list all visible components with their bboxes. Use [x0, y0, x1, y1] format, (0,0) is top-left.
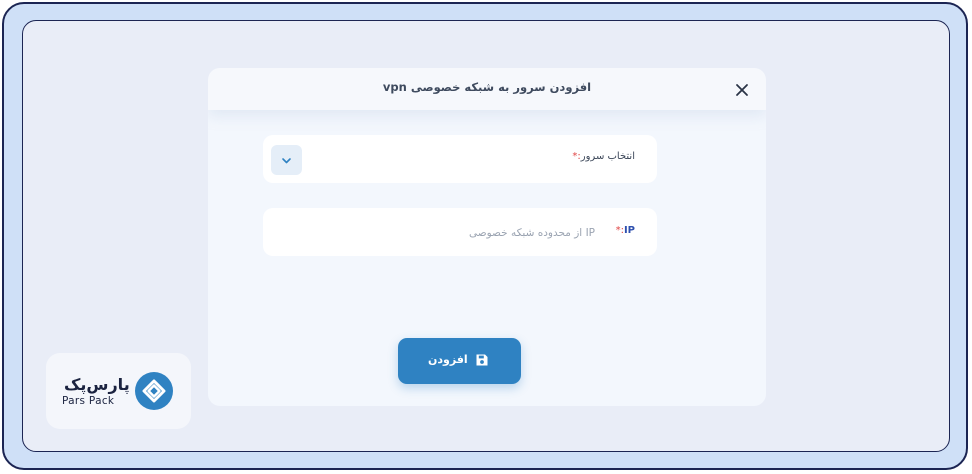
server-label-text: انتخاب سرور [580, 151, 635, 162]
server-dropdown-button[interactable] [271, 145, 302, 175]
ip-label-text: IP [623, 225, 635, 236]
parspack-logo-card: پارس‌پک Pars Pack [46, 353, 191, 429]
add-server-vpn-dialog: افزودن سرور به شبکه خصوصی vpn انتخاب سرو… [208, 68, 766, 406]
logo-text-fa: پارس‌پک [64, 375, 130, 394]
server-select-label: انتخاب سرور:* [572, 151, 635, 162]
required-mark: :* [572, 151, 581, 162]
ip-field: IP:* [263, 208, 657, 256]
close-button[interactable] [734, 82, 750, 98]
add-button[interactable]: افزودن [398, 338, 521, 384]
save-icon [476, 354, 488, 366]
dialog-header: افزودن سرور به شبکه خصوصی vpn [208, 68, 766, 110]
ip-field-label: IP:* [616, 225, 635, 236]
close-icon [736, 84, 748, 96]
add-button-label: افزودن [428, 353, 468, 366]
server-select[interactable]: انتخاب سرور:* [263, 135, 657, 183]
required-mark: :* [615, 225, 624, 236]
dialog-title: افزودن سرور به شبکه خصوصی vpn [382, 80, 592, 94]
chevron-down-icon [282, 158, 291, 164]
ip-input[interactable] [283, 220, 597, 246]
logo-text-en: Pars Pack [62, 395, 115, 407]
parspack-logo-icon [135, 372, 173, 410]
